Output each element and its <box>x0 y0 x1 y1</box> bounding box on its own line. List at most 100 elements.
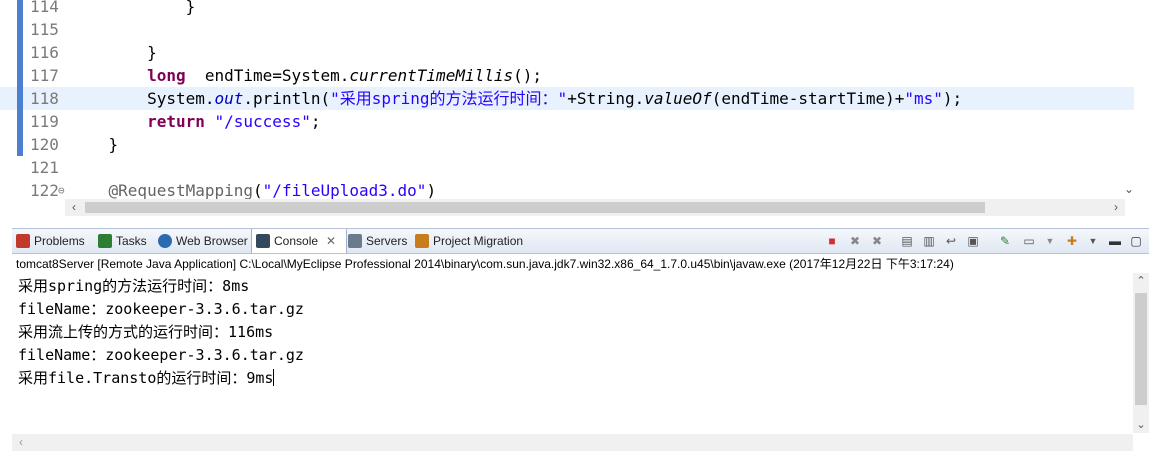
console-view: Problems Tasks Web Browser Console ✕ Serv… <box>12 228 1149 455</box>
keyword-token: return <box>147 112 205 131</box>
line-number: 115 <box>17 18 66 41</box>
tab-tasks[interactable]: Tasks <box>98 229 158 253</box>
keyword-token: long <box>147 66 186 85</box>
scroll-left-icon[interactable]: ‹ <box>12 434 30 451</box>
clear-console-icon[interactable]: ▤ <box>899 233 915 249</box>
code-text: System.out.println("采用spring的方法运行时间："+St… <box>70 87 962 110</box>
line-number: 117 <box>17 64 66 87</box>
code-text: } <box>70 133 119 156</box>
scrollbar-thumb[interactable] <box>1135 293 1147 405</box>
tab-problems[interactable]: Problems <box>16 229 92 253</box>
code-token: +String. <box>567 89 645 108</box>
chevron-down-icon[interactable]: ▼ <box>1085 233 1101 249</box>
tab-label: Tasks <box>116 234 147 248</box>
scrollbar-thumb[interactable] <box>85 202 985 213</box>
tab-label: Servers <box>366 234 408 248</box>
console-output[interactable]: 采用spring的方法运行时间：8ms fileName：zookeeper-3… <box>18 275 304 390</box>
scroll-left-icon[interactable]: ‹ <box>65 199 83 216</box>
close-icon[interactable]: ✕ <box>326 234 336 248</box>
code-text: } <box>70 41 157 64</box>
scroll-down-icon[interactable]: ⌄ <box>1133 417 1149 433</box>
remove-launch-icon[interactable]: ✖ <box>847 233 863 249</box>
code-token: ) <box>426 181 437 200</box>
terminate-icon[interactable]: ■ <box>824 233 840 249</box>
code-line[interactable]: 120 } <box>0 133 1134 156</box>
code-line[interactable]: 119 return "/success"; <box>0 110 1134 133</box>
tab-console[interactable]: Console ✕ <box>251 229 347 253</box>
scroll-right-icon[interactable]: › <box>1107 199 1125 216</box>
code-token: .println( <box>243 89 331 108</box>
output-line: fileName：zookeeper-3.3.6.tar.gz <box>18 300 304 318</box>
show-console-icon[interactable]: ▣ <box>965 233 981 249</box>
scroll-lock-icon[interactable]: ▥ <box>921 233 937 249</box>
globe-icon <box>158 234 172 248</box>
code-token: } <box>108 135 119 154</box>
line-number: 114 <box>17 0 66 18</box>
fold-collapse-icon[interactable]: ⊖ <box>58 179 65 202</box>
migration-icon <box>415 234 429 248</box>
chevron-down-icon[interactable]: ▼ <box>1042 233 1058 249</box>
console-icon <box>256 234 270 248</box>
tab-label: Problems <box>34 234 85 248</box>
tasks-icon <box>98 234 112 248</box>
tab-servers[interactable]: Servers <box>348 229 410 253</box>
code-line[interactable]: 115 <box>0 18 1134 41</box>
word-wrap-icon[interactable]: ↩ <box>943 233 959 249</box>
problems-icon <box>16 234 30 248</box>
code-line[interactable]: 118 System.out.println("采用spring的方法运行时间：… <box>0 87 1134 110</box>
editor-horizontal-scrollbar[interactable]: ‹ › <box>65 199 1125 216</box>
servers-icon <box>348 234 362 248</box>
display-console-icon[interactable]: ▭ <box>1021 233 1037 249</box>
string-token: "ms" <box>904 89 943 108</box>
open-console-icon[interactable]: ✚ <box>1064 233 1080 249</box>
scroll-down-icon[interactable]: ⌄ <box>1121 180 1137 198</box>
tab-label: Console <box>274 234 319 248</box>
code-text: long endTime=System.currentTimeMillis(); <box>70 64 542 87</box>
console-vertical-scrollbar[interactable]: ⌃ ⌄ <box>1133 273 1149 433</box>
code-token: } <box>185 0 196 16</box>
text-caret <box>273 369 275 386</box>
maximize-icon[interactable]: ▢ <box>1128 233 1144 249</box>
code-token: ( <box>253 181 263 200</box>
code-editor[interactable]: 114 } 115 116 } 117 long endTime=System.cur… <box>0 0 1149 218</box>
remove-all-icon[interactable]: ✖ <box>869 233 885 249</box>
output-line: 采用流上传的方式的运行时间：116ms <box>18 323 274 341</box>
tab-label: Project Migration <box>433 234 524 248</box>
code-token: ); <box>942 89 963 108</box>
code-token: System. <box>147 89 215 108</box>
code-line[interactable]: 116 } <box>0 41 1134 64</box>
code-line[interactable]: 117 long endTime=System.currentTimeMilli… <box>0 64 1134 87</box>
line-number: 116 <box>17 41 66 64</box>
code-token: endTime=System. <box>185 66 350 85</box>
code-text: } <box>70 0 196 18</box>
pin-console-icon[interactable]: ✎ <box>997 233 1013 249</box>
view-tab-bar: Problems Tasks Web Browser Console ✕ Serv… <box>12 229 1149 254</box>
output-line: 采用spring的方法运行时间：8ms <box>18 277 250 295</box>
line-number: 118 <box>17 87 66 110</box>
output-line: 采用file.Transto的运行时间：9ms <box>18 367 304 390</box>
string-token: "采用spring的方法运行时间：" <box>330 89 568 108</box>
code-token: valueOf <box>644 89 712 108</box>
scroll-up-icon[interactable]: ⌃ <box>1133 273 1149 289</box>
string-token: "/success" <box>214 112 311 131</box>
code-token: (); <box>513 66 543 85</box>
console-horizontal-scrollbar[interactable]: ‹ <box>12 434 1133 451</box>
line-number: 119 <box>17 110 66 133</box>
code-token: @RequestMapping <box>108 181 254 200</box>
code-token: currentTimeMillis <box>349 66 514 85</box>
tab-project-migration[interactable]: Project Migration <box>415 229 535 253</box>
code-line[interactable]: 114 } <box>0 0 1134 18</box>
tab-label: Web Browser <box>176 234 248 248</box>
output-line: fileName：zookeeper-3.3.6.tar.gz <box>18 346 304 364</box>
string-token: "/fileUpload3.do" <box>262 181 427 200</box>
code-token: out <box>214 89 244 108</box>
tab-web-browser[interactable]: Web Browser <box>158 229 253 253</box>
line-number: 121 <box>30 158 59 177</box>
launch-description: tomcat8Server [Remote Java Application] … <box>16 257 954 271</box>
code-line[interactable]: 121 <box>0 156 1134 179</box>
minimize-icon[interactable]: ▬ <box>1107 233 1123 249</box>
code-token: ; <box>310 112 321 131</box>
code-token: (endTime-startTime)+ <box>711 89 905 108</box>
line-number: 120 <box>17 133 66 156</box>
